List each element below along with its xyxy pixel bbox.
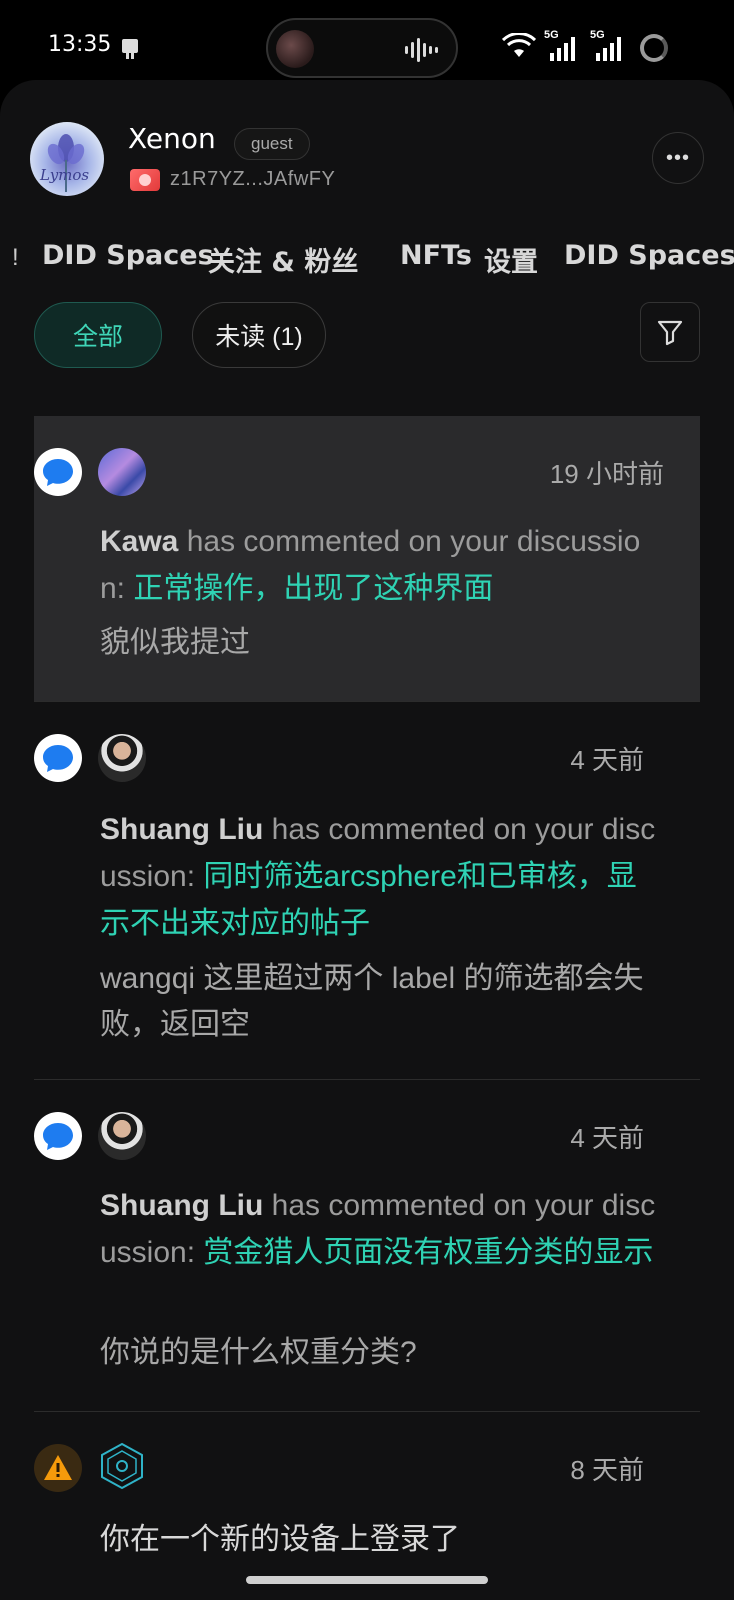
notification-item[interactable]: 4 天前 Shuang Liu has commented on your di… [34, 1080, 700, 1412]
status-indicators: 5G 5G [502, 29, 628, 62]
dynamic-island[interactable] [266, 18, 458, 78]
home-gesture-bar[interactable] [246, 1576, 488, 1584]
notification-time: 4 天前 [570, 1123, 644, 1153]
wifi-icon [502, 33, 536, 57]
main-panel: Lymos Xenon guest z1R7YZ...JAfwFY ••• ! … [0, 80, 734, 1600]
signal-bars-icon [550, 37, 575, 61]
notification-item[interactable]: 8 天前 你在一个新的设备上登录了 [34, 1412, 700, 1600]
notification-text: Kawa has commented on your discussion: 正… [100, 518, 662, 612]
audio-wave-icon [405, 38, 438, 62]
comment-excerpt: 貌似我提过 [100, 626, 250, 659]
signal-bars-icon [596, 37, 621, 61]
gear-hexagon-icon [101, 1442, 143, 1490]
actor-name[interactable]: Kawa [100, 525, 178, 558]
filter-button[interactable] [640, 302, 700, 362]
battery-icon [640, 34, 668, 62]
filter-unread-button[interactable]: 未读 (1) [192, 302, 326, 368]
comment-excerpt: wangqi 这里超过两个 label 的筛选都会失败，返回空 [100, 962, 644, 1041]
actor-avatar[interactable] [98, 1112, 146, 1160]
tab-follow-fans[interactable]: 关注 & 粉丝 [208, 240, 358, 279]
discussion-title-link[interactable]: 赏金猎人页面没有权重分类的显示 [203, 1236, 653, 1269]
notification-text: Shuang Liu has commented on your discuss… [100, 1182, 662, 1276]
tab-settings[interactable]: 设置 [484, 240, 538, 279]
profile-tabs: ! DID Spaces 关注 & 粉丝 NFTs 设置 DID Spaces [0, 236, 734, 286]
notification-item[interactable]: 19 小时前 Kawa has commented on your discus… [34, 416, 700, 702]
iris-flower-icon [47, 134, 85, 192]
media-thumbnail [276, 30, 314, 68]
tab-did-spaces[interactable]: DID Spaces [42, 240, 214, 271]
tab-did-spaces-2[interactable]: DID Spaces [564, 240, 734, 271]
avatar-logo-text: Lymos [40, 166, 90, 184]
user-avatar[interactable]: Lymos [30, 122, 104, 196]
notification-item[interactable]: 4 天前 Shuang Liu has commented on your di… [34, 702, 700, 1080]
notification-time: 8 天前 [570, 1455, 644, 1485]
did-address-row[interactable]: z1R7YZ...JAfwFY [130, 168, 335, 191]
discussion-title-link[interactable]: 正常操作，出现了这种界面 [133, 572, 493, 605]
more-dots-icon: ••• [665, 146, 690, 169]
signal-5g-2: 5G [590, 29, 628, 61]
tab-nfts[interactable]: NFTs [400, 240, 472, 271]
sim-card-icon [122, 39, 138, 59]
notification-time: 4 天前 [570, 745, 644, 775]
chat-bubble-icon [34, 448, 82, 496]
role-badge: guest [234, 128, 310, 160]
actor-avatar[interactable] [98, 734, 146, 782]
notification-time: 19 小时前 [549, 459, 664, 489]
tab-fragment[interactable]: ! [12, 244, 19, 272]
warning-triangle-icon [34, 1444, 82, 1492]
notification-text: Shuang Liu has commented on your discuss… [100, 806, 662, 947]
comment-excerpt: 你说的是什么权重分类? [100, 1336, 417, 1369]
notification-text: 你在一个新的设备上登录了 [100, 1523, 460, 1556]
more-options-button[interactable]: ••• [652, 132, 704, 184]
signal-5g-1: 5G [544, 29, 582, 61]
status-time: 13:35 [48, 32, 112, 57]
actor-avatar[interactable] [98, 448, 146, 496]
actor-name[interactable]: Shuang Liu [100, 813, 263, 846]
actor-name[interactable]: Shuang Liu [100, 1189, 263, 1222]
did-address: z1R7YZ...JAfwFY [170, 168, 336, 190]
filter-all-button[interactable]: 全部 [34, 302, 162, 368]
chat-bubble-icon [34, 734, 82, 782]
status-bar: 13:35 5G 5G [0, 0, 734, 90]
filter-funnel-icon [657, 320, 683, 346]
system-avatar [98, 1442, 146, 1490]
chat-bubble-icon [34, 1112, 82, 1160]
profile-name: Xenon [128, 122, 216, 155]
did-wallet-icon [130, 168, 160, 191]
